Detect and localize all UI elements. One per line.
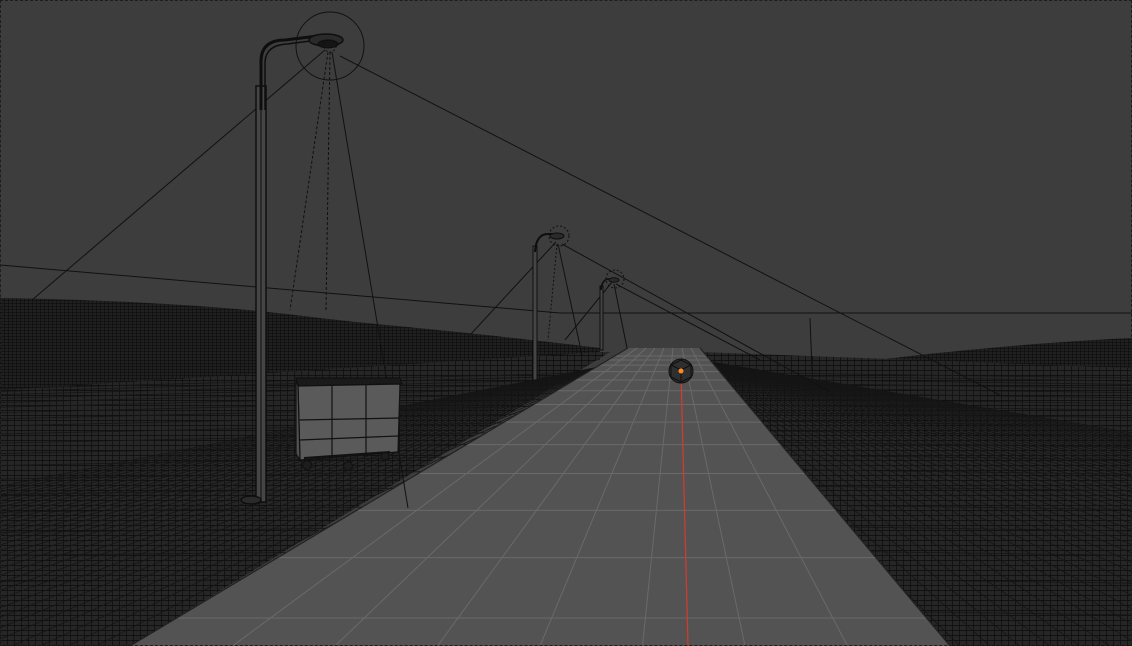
origin-dot — [678, 368, 684, 374]
3d-viewport[interactable] — [0, 0, 1132, 646]
empty-cube-icon[interactable] — [668, 358, 694, 384]
scene-wireframe[interactable] — [0, 0, 1132, 646]
